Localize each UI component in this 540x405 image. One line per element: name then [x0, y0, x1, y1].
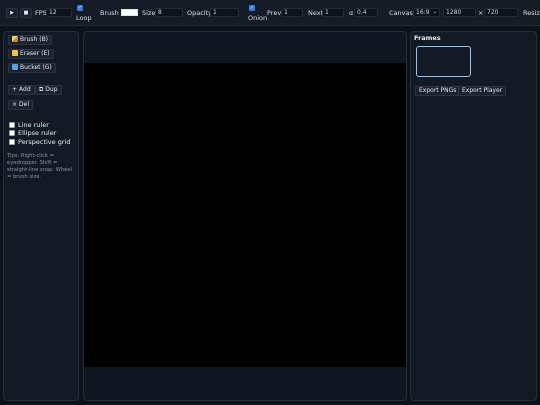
close-icon: ×	[12, 101, 18, 108]
export-pngs-button[interactable]: Export PNGs	[415, 86, 461, 96]
brush-label: Brush	[100, 9, 119, 17]
play-button[interactable]: ▶	[6, 8, 18, 18]
ratio-select[interactable]: 16:9 ⌄	[413, 8, 440, 17]
tips-text: Tips: Right-click = eyedropper. Shift = …	[7, 153, 72, 180]
size-input[interactable]: 8	[155, 8, 183, 17]
brush-color-swatch[interactable]	[121, 9, 138, 16]
ellipse-ruler-checkbox[interactable]	[9, 130, 15, 136]
line-ruler-checkbox[interactable]	[9, 122, 15, 128]
ratio-value: 16:9	[416, 9, 430, 16]
canvas-height-input[interactable]: 720	[484, 8, 518, 17]
ellipse-ruler-label: Ellipse ruler	[18, 129, 57, 137]
size-label: Size	[142, 9, 156, 17]
copy-icon: ⧉	[39, 86, 44, 93]
line-ruler-label: Line ruler	[18, 121, 49, 129]
play-icon: ▶	[10, 10, 14, 16]
onion-label: Onion	[248, 14, 268, 22]
frame-thumbnail[interactable]	[416, 46, 471, 77]
frames-title: Frames	[414, 34, 441, 42]
opacity-label: Opacity	[187, 9, 213, 17]
export-player-button[interactable]: Export Player	[458, 86, 507, 96]
prev-input[interactable]: 1	[281, 8, 303, 17]
perspective-grid-label: Perspective grid	[18, 138, 71, 146]
stop-icon: ■	[23, 10, 29, 16]
next-label: Next	[308, 9, 324, 17]
fps-input[interactable]: 12	[46, 8, 72, 17]
perspective-grid-toggle[interactable]: Perspective grid	[9, 138, 70, 146]
resize-button[interactable]: Resize	[523, 9, 540, 17]
perspective-grid-checkbox[interactable]	[9, 139, 15, 145]
bucket-tool-button[interactable]: Bucket (G)	[8, 63, 56, 73]
prev-label: Prev	[267, 9, 282, 17]
bucket-icon	[12, 64, 18, 70]
loop-label: Loop	[76, 14, 92, 22]
brush-icon	[12, 36, 18, 42]
alpha-input[interactable]: 0.4	[354, 8, 378, 17]
next-input[interactable]: 1	[322, 8, 344, 17]
add-label: Add	[19, 86, 31, 93]
top-toolbar: ▶ ■ FPS 12 ✓ Loop Brush Size 8 Opacity 1…	[0, 0, 540, 26]
alpha-label: α	[349, 9, 354, 17]
loop-checkbox[interactable]: ✓	[77, 5, 83, 11]
eraser-tool-button[interactable]: Eraser (E)	[8, 49, 54, 59]
canvas-label: Canvas	[389, 9, 413, 17]
eraser-tool-label: Eraser (E)	[20, 50, 50, 57]
dup-label: Dup	[45, 86, 58, 93]
canvas-width-input[interactable]: 1280	[443, 8, 476, 17]
del-label: Del	[19, 101, 30, 108]
times-sign: ×	[478, 9, 484, 17]
duplicate-frame-button[interactable]: ⧉ Dup	[35, 85, 62, 95]
opacity-input[interactable]: 1	[210, 8, 239, 17]
eraser-icon	[12, 50, 18, 56]
brush-tool-label: Brush (B)	[20, 36, 49, 43]
ellipse-ruler-toggle[interactable]: Ellipse ruler	[9, 129, 56, 137]
plus-icon: +	[12, 86, 18, 93]
add-frame-button[interactable]: + Add	[8, 85, 35, 95]
onion-checkbox[interactable]: ✓	[249, 5, 255, 11]
line-ruler-toggle[interactable]: Line ruler	[9, 121, 49, 129]
brush-tool-button[interactable]: Brush (B)	[8, 35, 53, 45]
bucket-tool-label: Bucket (G)	[20, 64, 52, 71]
stop-button[interactable]: ■	[20, 8, 32, 18]
drawing-canvas[interactable]	[84, 63, 406, 367]
chevron-down-icon: ⌄	[432, 9, 437, 15]
delete-frame-button[interactable]: × Del	[8, 100, 34, 110]
